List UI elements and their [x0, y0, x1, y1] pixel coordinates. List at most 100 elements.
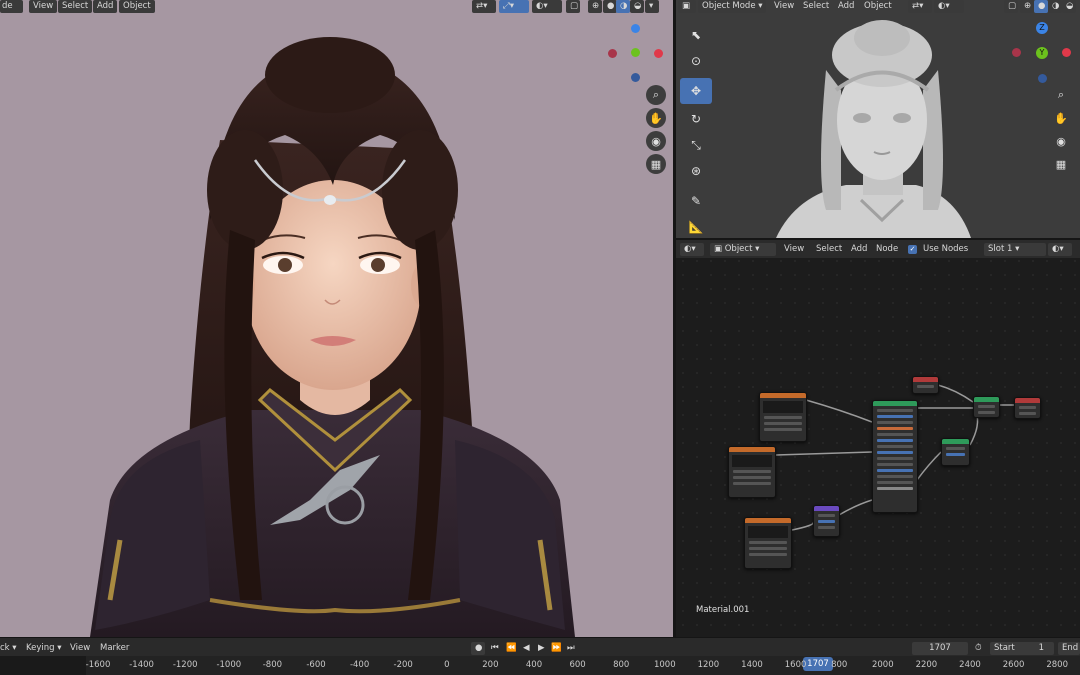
left-gizmo[interactable] — [605, 22, 665, 82]
current-frame-field[interactable]: 1707 — [912, 642, 968, 655]
left-transform-orient-icon[interactable]: ⇄▾ — [472, 0, 496, 13]
node-principled-bsdf[interactable] — [872, 400, 918, 513]
right-grid-icon[interactable]: ▦ — [1051, 154, 1071, 174]
right-shading-solid-icon[interactable]: ● — [1034, 0, 1048, 13]
node-shader-small[interactable] — [941, 438, 970, 466]
ruler-tick-label: -1400 — [129, 660, 154, 670]
start-value: 1 — [1038, 643, 1044, 653]
measure-icon[interactable]: 📐 — [683, 216, 709, 238]
ruler-tick-label: 600 — [569, 660, 586, 670]
right-menu-object[interactable]: Object — [864, 0, 892, 13]
right-menu-add[interactable]: Add — [838, 0, 854, 13]
right-camera-icon[interactable]: ◉ — [1051, 131, 1071, 151]
zoom-icon[interactable]: ⌕ — [646, 85, 666, 105]
gizmo-z-label[interactable]: Z — [1036, 22, 1048, 34]
clock-icon[interactable]: ⏱ — [975, 642, 982, 655]
right-mode-dropdown[interactable]: Object Mode ▾ — [698, 0, 766, 13]
ruler-tick-label: 1000 — [653, 660, 676, 670]
node-image-texture-1[interactable] — [759, 392, 807, 442]
playhead[interactable]: 1707 — [803, 657, 833, 671]
ruler-tick-label: 2600 — [1002, 660, 1025, 670]
right-shading-render-icon[interactable]: ◒ — [1062, 0, 1076, 13]
ruler-tick-label: -1600 — [85, 660, 111, 670]
left-menu-object[interactable]: Object — [119, 0, 155, 13]
gizmo-y-label[interactable]: Y — [1036, 47, 1048, 59]
left-snap-icon[interactable]: ⤢▾ — [499, 0, 529, 13]
node-material-output[interactable] — [1014, 397, 1041, 419]
left-mode-dropdown[interactable]: de — [0, 0, 23, 13]
ruler-tick-label: -800 — [262, 660, 283, 670]
play-reverse-icon[interactable]: ◀ — [523, 642, 530, 655]
ruler-tick-label: -1000 — [216, 660, 242, 670]
right-transform-orient-icon[interactable]: ⇄▾ — [908, 0, 932, 13]
prev-keyframe-icon[interactable]: ⏪ — [506, 642, 517, 655]
left-shading-render-icon[interactable]: ◒ — [630, 0, 644, 13]
node-mix-shader[interactable] — [973, 396, 1000, 418]
ruler-tick-label: 2400 — [959, 660, 981, 670]
node-image-texture-3[interactable] — [744, 517, 792, 569]
node-color-ramp[interactable] — [912, 376, 939, 394]
right-editor-type-icon[interactable]: ▣ — [678, 0, 696, 13]
right-gizmo[interactable]: Z Y — [1012, 22, 1072, 83]
gizmo-z-neg-dot[interactable] — [631, 73, 640, 82]
right-snap-icon[interactable]: ◐▾ — [934, 0, 964, 13]
node-normal-map[interactable] — [813, 505, 840, 537]
grid-icon[interactable]: ▦ — [646, 154, 666, 174]
left-menu-view[interactable]: View — [29, 0, 58, 13]
gizmo-x-dot[interactable] — [1062, 48, 1071, 57]
left-menu-add[interactable]: Add — [93, 0, 118, 13]
cursor-icon[interactable]: ⬉ — [683, 24, 709, 46]
3d-cursor-icon[interactable]: ⊙ — [683, 50, 709, 72]
left-shading-material-icon[interactable]: ◑ — [616, 0, 630, 13]
timeline-menu-marker[interactable]: Marker — [100, 642, 129, 655]
jump-end-icon[interactable]: ⏭ — [567, 642, 575, 655]
annotate-icon[interactable]: ✎ — [683, 190, 709, 212]
gizmo-x-neg-dot[interactable] — [1012, 48, 1021, 57]
ruler-tick-label: 1200 — [697, 660, 720, 670]
left-viewport[interactable]: de View Select Add Object ⇄▾ ⤢▾ ◐▾ ▢ ⊕ ●… — [0, 0, 673, 637]
material-name-label: Material.001 — [696, 605, 750, 615]
pan-hand-icon[interactable]: ✋ — [646, 108, 666, 128]
right-menu-view[interactable]: View — [774, 0, 794, 13]
keying-label: Keying — [26, 643, 55, 653]
right-zoom-icon[interactable]: ⌕ — [1051, 85, 1071, 105]
jump-start-icon[interactable]: ⏮ — [491, 642, 499, 655]
gizmo-y-dot[interactable] — [631, 48, 640, 57]
gizmo-x-dot[interactable] — [654, 49, 663, 58]
rotate-icon[interactable]: ↻ — [683, 108, 709, 130]
ruler-tick-label: 400 — [525, 660, 543, 670]
gizmo-x-neg-dot[interactable] — [608, 49, 617, 58]
right-viewport[interactable]: ▣ Object Mode ▾ View Select Add Object ⇄… — [676, 0, 1080, 238]
start-field[interactable]: Start 1 — [990, 642, 1054, 655]
ruler-tick-label: 0 — [444, 660, 450, 670]
timeline-menu-view[interactable]: View — [70, 642, 90, 655]
ruler-left-strip — [0, 656, 86, 675]
scale-icon[interactable]: ⤡ — [683, 134, 709, 156]
playback-dropdown[interactable]: ck ▾ — [0, 642, 17, 655]
right-shading-wire-icon[interactable]: ⊕ — [1020, 0, 1034, 13]
left-shading-wire-icon[interactable]: ⊕ — [588, 0, 602, 13]
left-shading-dropdown-icon[interactable]: ▾ — [645, 0, 659, 13]
left-shading-solid-icon[interactable]: ● — [603, 0, 617, 13]
move-icon[interactable]: ✥ — [680, 78, 712, 104]
ruler-tick-label: 2000 — [871, 660, 894, 670]
camera-icon[interactable]: ◉ — [646, 131, 666, 151]
right-pan-hand-icon[interactable]: ✋ — [1051, 108, 1071, 128]
right-xray-icon[interactable]: ▢ — [1004, 0, 1018, 13]
next-keyframe-icon[interactable]: ⏩ — [551, 642, 562, 655]
ruler-tick-label: 1400 — [741, 660, 763, 670]
right-shading-material-icon[interactable]: ◑ — [1048, 0, 1062, 13]
gizmo-z-neg-dot[interactable] — [1038, 74, 1047, 83]
left-overlay-icon[interactable]: ◐▾ — [532, 0, 562, 13]
keying-dropdown[interactable]: Keying ▾ — [26, 642, 62, 655]
right-menu-select[interactable]: Select — [803, 0, 829, 13]
node-editor[interactable]: ◐▾ ▣ Object ▾ View Select Add Node ✓ Use… — [676, 240, 1080, 637]
left-xray-icon[interactable]: ▢ — [566, 0, 580, 13]
left-menu-select[interactable]: Select — [58, 0, 93, 13]
transform-icon[interactable]: ⊛ — [683, 160, 709, 182]
play-icon[interactable]: ▶ — [538, 642, 545, 655]
end-field[interactable]: End — [1058, 642, 1080, 655]
node-image-texture-2[interactable] — [728, 446, 776, 498]
gizmo-z-dot[interactable] — [631, 24, 640, 33]
record-button[interactable]: ● — [471, 642, 485, 655]
